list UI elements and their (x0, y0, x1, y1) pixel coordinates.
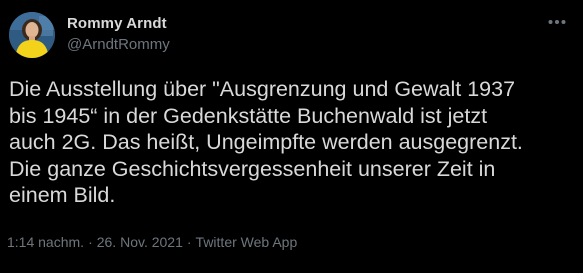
meta-separator: · (186, 234, 192, 250)
tweet-time[interactable]: 1:14 nachm. (7, 234, 84, 250)
tweet-card: Rommy Arndt @ArndtRommy Die Ausstellung … (0, 0, 583, 273)
avatar[interactable] (9, 12, 55, 58)
display-name[interactable]: Rommy Arndt (67, 14, 170, 33)
user-handle[interactable]: @ArndtRommy (67, 35, 170, 54)
meta-separator: · (88, 234, 93, 250)
tweet-metadata: 1:14 nachm. · 26. Nov. 2021 · Twitter Web Ap… (7, 233, 297, 251)
tweet-text: Die Ausstellung über "Ausgrenzung und Ge… (9, 77, 523, 207)
avatar-image (9, 12, 55, 58)
tweet-date[interactable]: 26. Nov. 2021 (97, 234, 183, 250)
more-options-button[interactable] (545, 12, 569, 32)
more-horizontal-icon (548, 20, 566, 24)
tweet-source[interactable]: Twitter Web App (196, 234, 298, 250)
user-info: Rommy Arndt @ArndtRommy (67, 14, 170, 54)
